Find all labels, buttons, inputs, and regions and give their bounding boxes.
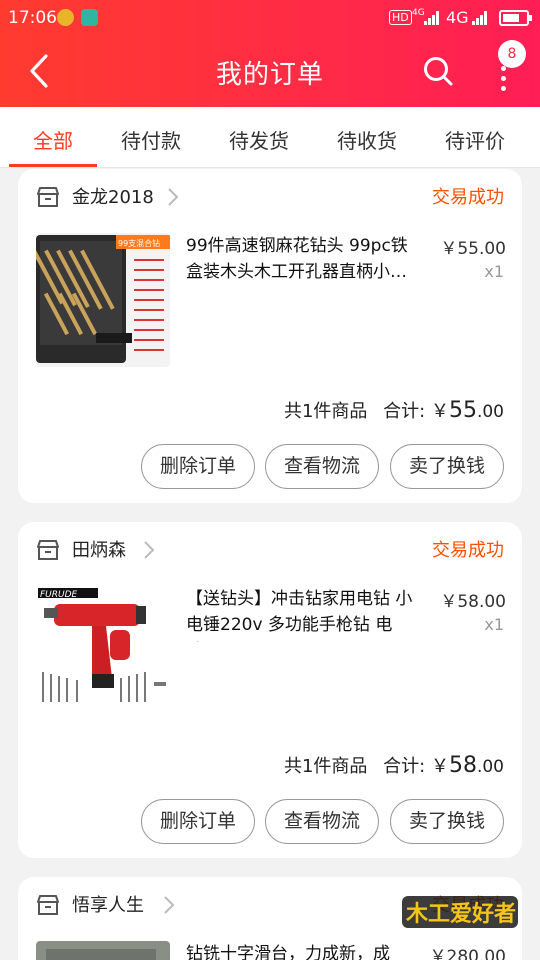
chevron-right-icon[interactable] xyxy=(166,186,180,208)
tab-pending-receipt[interactable]: 待收货 xyxy=(313,125,421,154)
shop-icon xyxy=(37,895,59,915)
product-title[interactable]: 【送钻头】冲击钻家用电钻 小电锤220v 多功能手枪钻 电动… xyxy=(186,586,424,642)
product-title[interactable]: 钻铣十字滑台，力成新，成 xyxy=(186,941,424,960)
active-tab-indicator xyxy=(9,164,97,167)
product-price: ￥58.00 xyxy=(440,592,506,612)
product-title[interactable]: 99件高速钢麻花钻头 99pc铁盒装木头木工开孔器直柄小… xyxy=(186,233,424,289)
thumbnail-label: FURUDE xyxy=(40,590,78,600)
page-title: 我的订单 xyxy=(215,60,324,90)
order-status: 交易成功 xyxy=(432,540,504,561)
battery-icon xyxy=(499,10,532,26)
product-thumbnail[interactable]: FURUDE xyxy=(36,586,170,720)
svg-text:木工爱好者: 木工爱好者 xyxy=(405,901,516,927)
signal-label: 4G xyxy=(412,8,425,18)
total-symbol: ￥ xyxy=(430,401,449,422)
product-thumbnail[interactable] xyxy=(36,941,170,960)
status-time: 17:06 xyxy=(8,8,57,28)
tab-pending-payment[interactable]: 待付款 xyxy=(97,125,205,154)
chevron-right-icon[interactable] xyxy=(162,894,176,916)
signal-bars-icon xyxy=(424,11,444,25)
shop-name[interactable]: 悟享人生 xyxy=(72,891,144,917)
total-symbol: ￥ xyxy=(430,756,449,777)
shop-icon xyxy=(37,540,59,560)
order-card[interactable]: 田炳森 交易成功 FURUDE 【送钻头】冲击钻家用电钻 小电锤220v 多功能… xyxy=(18,522,522,858)
total-label: 合计: xyxy=(383,756,431,777)
signal-bars-icon xyxy=(472,11,492,25)
total-integer: 58 xyxy=(448,753,477,778)
total-decimal: .00 xyxy=(476,402,504,422)
product-price: ￥55.00 xyxy=(440,239,506,259)
top-bar: 17:06 HD 4G 4G 我的订单 8 xyxy=(0,0,540,107)
item-count: 共1件商品 xyxy=(283,756,368,777)
search-icon xyxy=(424,57,453,86)
shop-name[interactable]: 金龙2018 xyxy=(72,183,154,209)
network-type: 4G xyxy=(446,8,469,27)
tab-all[interactable]: 全部 xyxy=(0,125,107,154)
order-tabs: 全部 待付款 待发货 待收货 待评价 xyxy=(0,107,540,168)
order-card[interactable]: 金龙2018 交易成功 99支混合钻 99件高速钢麻花钻头 99pc铁盒装木头木… xyxy=(18,169,522,503)
order-status: 交易成功 xyxy=(432,187,504,208)
watermark-logo: 木工爱好者 xyxy=(402,896,518,928)
message-badge: 8 xyxy=(498,40,526,68)
resell-button[interactable]: 卖了换钱 xyxy=(390,444,504,489)
shop-icon xyxy=(37,187,59,207)
total-decimal: .00 xyxy=(476,757,504,777)
product-price: ￥280.00 xyxy=(429,947,506,960)
product-thumbnail[interactable]: 99支混合钻 xyxy=(36,233,170,367)
view-logistics-button[interactable]: 查看物流 xyxy=(265,799,379,844)
total-label: 合计: xyxy=(383,401,431,422)
product-quantity: x1 xyxy=(484,262,504,281)
chevron-right-icon[interactable] xyxy=(142,539,156,561)
notification-app-icon xyxy=(57,9,74,26)
resell-button[interactable]: 卖了换钱 xyxy=(390,799,504,844)
thumbnail-label: 99支混合钻 xyxy=(118,238,160,248)
order-summary: 共1件商品 合计: ￥58.00 xyxy=(284,752,504,778)
delete-order-button[interactable]: 删除订单 xyxy=(141,444,255,489)
order-summary: 共1件商品 合计: ￥55.00 xyxy=(284,397,504,423)
total-integer: 55 xyxy=(448,398,477,423)
status-bar: 17:06 HD 4G 4G xyxy=(0,0,540,36)
item-count: 共1件商品 xyxy=(283,401,368,422)
screenshot-icon xyxy=(81,9,98,26)
delete-order-button[interactable]: 删除订单 xyxy=(141,799,255,844)
shop-name[interactable]: 田炳森 xyxy=(72,536,126,562)
product-quantity: x1 xyxy=(484,615,504,634)
tab-pending-review[interactable]: 待评价 xyxy=(421,125,529,154)
tab-pending-shipment[interactable]: 待发货 xyxy=(205,125,313,154)
view-logistics-button[interactable]: 查看物流 xyxy=(265,444,379,489)
hd-icon: HD xyxy=(389,10,412,25)
search-button[interactable] xyxy=(420,53,456,89)
